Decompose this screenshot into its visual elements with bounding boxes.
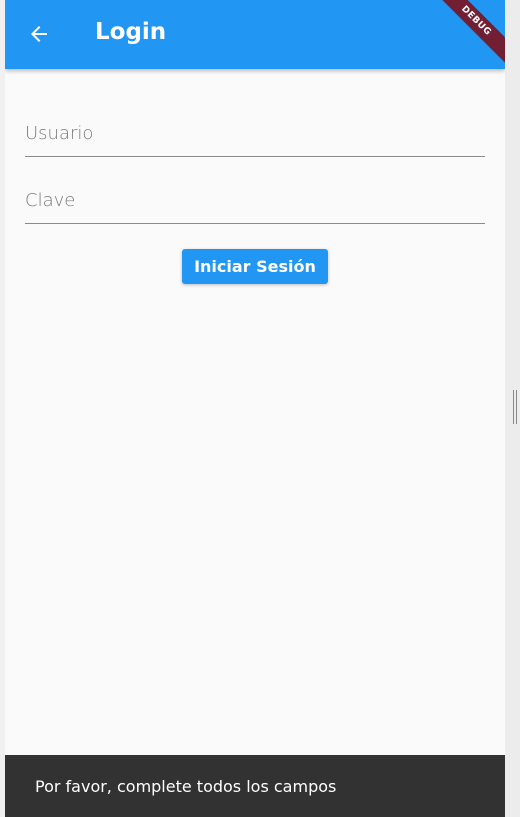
page-title: Login <box>95 19 167 45</box>
back-button[interactable] <box>21 16 57 52</box>
resize-handle[interactable] <box>513 390 517 424</box>
app-bar: Login <box>5 0 505 69</box>
password-field <box>25 164 485 224</box>
arrow-left-icon <box>31 26 47 42</box>
snackbar: Por favor, complete todos los campos <box>5 755 505 817</box>
username-field <box>25 97 485 157</box>
app-window: Login DEBUG Iniciar Sesión Por favor, co… <box>5 0 505 817</box>
login-button[interactable]: Iniciar Sesión <box>182 249 328 284</box>
password-input[interactable] <box>25 164 485 223</box>
snackbar-message: Por favor, complete todos los campos <box>35 776 337 796</box>
username-input[interactable] <box>25 97 485 156</box>
